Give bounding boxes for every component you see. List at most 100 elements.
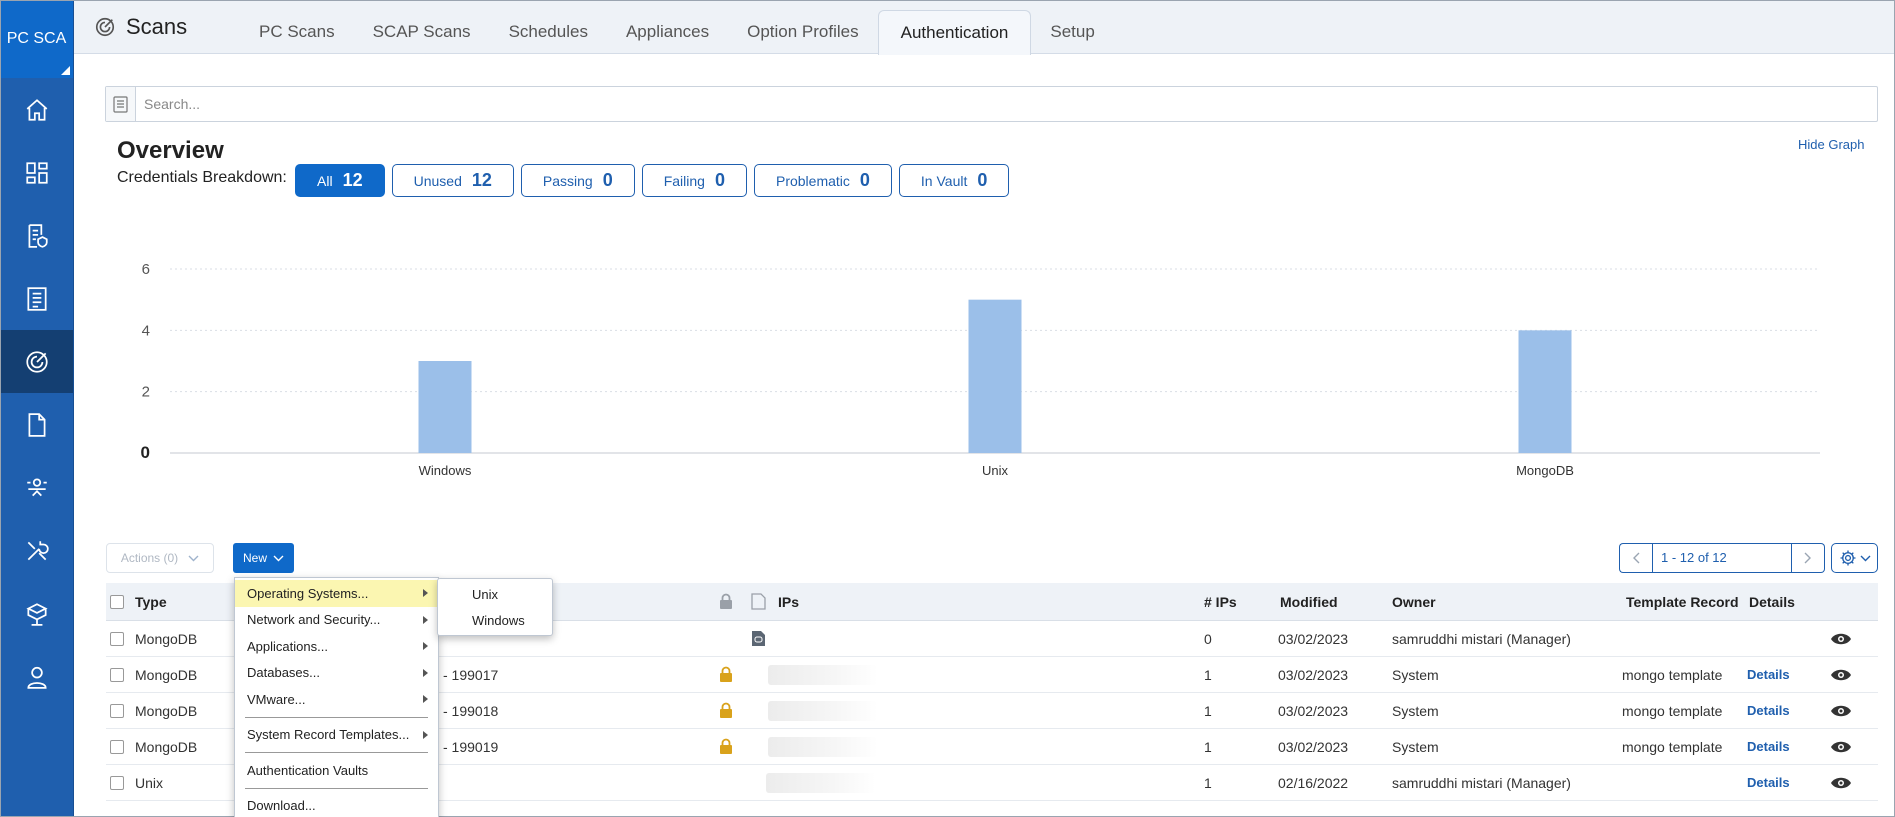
filter-chip-unused[interactable]: Unused 12: [391, 164, 514, 197]
chip-label: Problematic: [775, 172, 850, 189]
filter-chip-passing[interactable]: Passing 0: [520, 164, 635, 197]
row-checkbox[interactable]: [110, 739, 124, 754]
nav-workflow[interactable]: [0, 456, 73, 519]
row-details-link[interactable]: Details: [1747, 657, 1790, 692]
reports-icon: [26, 286, 47, 311]
new-button[interactable]: New: [233, 543, 294, 573]
row-modified: 03/02/2023: [1278, 702, 1349, 719]
row-checkbox[interactable]: [110, 703, 124, 718]
tab-authentication[interactable]: Authentication: [877, 10, 1032, 55]
previous-page-button[interactable]: [1619, 543, 1652, 573]
lock-icon: [720, 593, 732, 609]
eye-icon[interactable]: [1830, 704, 1852, 718]
overview-title: Overview: [117, 137, 224, 164]
pagination: 1 - 12 of 12: [1619, 543, 1825, 573]
row-details-link[interactable]: Details: [1747, 765, 1790, 800]
chip-count: 0: [714, 170, 725, 190]
row-num-ips: 1: [1204, 738, 1212, 755]
row-checkbox[interactable]: [110, 667, 124, 682]
menu-item-vmware[interactable]: VMware...: [235, 686, 438, 713]
search-input[interactable]: [136, 96, 1836, 112]
row-view-cell: [1830, 693, 1852, 728]
next-page-button[interactable]: [1792, 543, 1825, 573]
row-document-cell: [751, 621, 766, 656]
tab-setup[interactable]: Setup: [1031, 10, 1113, 54]
header-num-ips[interactable]: # IPs: [1204, 583, 1237, 620]
row-modified: 02/16/2022: [1278, 774, 1349, 791]
row-ips-redacted: [768, 729, 878, 764]
menu-item-operating-systems[interactable]: Operating Systems...: [235, 580, 438, 607]
row-type: MongoDB: [135, 702, 198, 719]
header-owner[interactable]: Owner: [1392, 583, 1436, 620]
filter-chip-in-vault[interactable]: In Vault 0: [898, 164, 1010, 197]
table-settings-button[interactable]: [1831, 543, 1878, 573]
row-view-cell: [1830, 729, 1852, 764]
tab-option-profiles[interactable]: Option Profiles: [728, 10, 878, 54]
row-checkbox[interactable]: [110, 775, 124, 790]
breakdown-filter-chips: All 12 Unused 12 Passing 0 Failing 0 Pro…: [295, 164, 1010, 197]
menu-item-label: Authentication Vaults: [247, 762, 369, 778]
eye-icon[interactable]: [1830, 668, 1852, 682]
nav-dashboard[interactable]: [0, 141, 73, 204]
eye-icon[interactable]: [1830, 776, 1852, 790]
select-all-checkbox[interactable]: [110, 594, 124, 609]
nav-user[interactable]: [0, 645, 73, 708]
row-lock-cell: [718, 657, 734, 692]
row-num-ips: 0: [1204, 630, 1212, 647]
row-type: MongoDB: [135, 630, 198, 647]
tab-appliances[interactable]: Appliances: [607, 10, 728, 54]
operating-systems-submenu: Unix Windows: [437, 578, 553, 636]
tab-pc-scans[interactable]: PC Scans: [240, 10, 354, 54]
nav-reports[interactable]: [0, 267, 73, 330]
nav-assets[interactable]: [0, 582, 73, 645]
header-ips[interactable]: IPs: [778, 583, 799, 620]
header-type[interactable]: Type: [135, 583, 167, 620]
row-lock-cell: [718, 693, 734, 728]
user-icon: [26, 666, 47, 689]
hide-graph-link[interactable]: Hide Graph: [1798, 137, 1864, 152]
row-details-link[interactable]: Details: [1747, 729, 1790, 764]
row-num-ips: 1: [1204, 702, 1212, 719]
submenu-arrow-icon: [423, 589, 428, 597]
gear-icon: [1840, 550, 1855, 566]
submenu-item-windows[interactable]: Windows: [438, 607, 552, 633]
menu-item-applications[interactable]: Applications...: [235, 633, 438, 660]
row-checkbox-cell: [110, 693, 124, 728]
submenu-arrow-icon: [423, 642, 428, 650]
row-type: MongoDB: [135, 666, 198, 683]
chip-label: Unused: [413, 172, 462, 189]
submenu-item-unix[interactable]: Unix: [438, 581, 552, 607]
row-checkbox[interactable]: [110, 631, 124, 646]
module-switcher[interactable]: PC SCA: [0, 0, 73, 78]
menu-divider: [245, 787, 428, 789]
nav-policies[interactable]: [0, 204, 73, 267]
menu-item-databases[interactable]: Databases...: [235, 660, 438, 687]
filter-chip-all[interactable]: All 12: [295, 164, 385, 197]
top-bar: Scans PC Scans SCAP Scans Schedules Appl…: [74, 0, 1895, 55]
row-ips-redacted: [768, 657, 878, 692]
menu-item-network-and-security[interactable]: Network and Security...: [235, 607, 438, 634]
new-dropdown-menu: Operating Systems... Network and Securit…: [234, 577, 439, 817]
saved-search-button[interactable]: [106, 87, 136, 121]
row-checkbox-cell: [110, 729, 124, 764]
record-document-icon[interactable]: [751, 630, 766, 647]
menu-item-download[interactable]: Download...: [235, 793, 438, 817]
nav-tools[interactable]: [0, 519, 73, 582]
header-modified[interactable]: Modified: [1280, 583, 1338, 620]
filter-chip-problematic[interactable]: Problematic 0: [753, 164, 892, 197]
filter-chip-failing[interactable]: Failing 0: [641, 164, 747, 197]
row-details-link[interactable]: Details: [1747, 693, 1790, 728]
menu-item-system-record-templates[interactable]: System Record Templates...: [235, 722, 438, 749]
x-tick-label: Unix: [982, 463, 1009, 478]
eye-icon[interactable]: [1830, 740, 1852, 754]
nav-home[interactable]: [0, 78, 73, 141]
header-template-record[interactable]: Template Record: [1626, 583, 1739, 620]
actions-button[interactable]: Actions (0): [106, 543, 214, 573]
nav-scans[interactable]: [0, 330, 73, 393]
nav-documents[interactable]: [0, 393, 73, 456]
tab-schedules[interactable]: Schedules: [490, 10, 607, 54]
tab-scap-scans[interactable]: SCAP Scans: [354, 10, 490, 54]
page-range-field[interactable]: 1 - 12 of 12: [1652, 543, 1792, 573]
eye-icon[interactable]: [1830, 632, 1852, 646]
menu-item-authentication-vaults[interactable]: Authentication Vaults: [235, 757, 438, 784]
